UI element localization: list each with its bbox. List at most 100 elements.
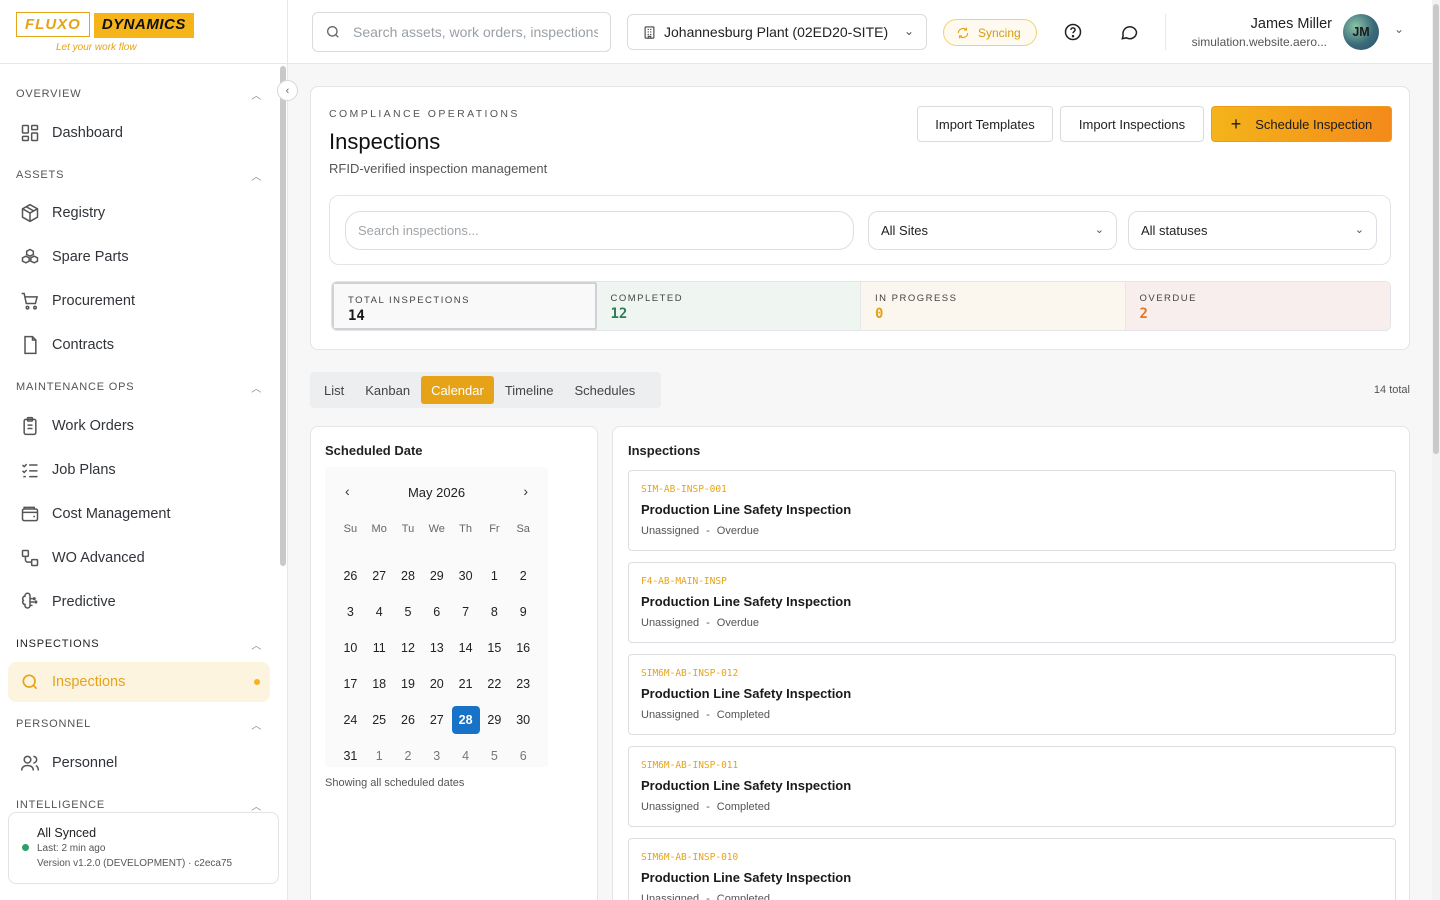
chevron-right-icon[interactable]: › — [523, 483, 528, 499]
sidebar-item-dashboard[interactable]: Dashboard — [8, 113, 270, 153]
calendar-day[interactable]: 4 — [451, 738, 480, 774]
scrollbar-thumb[interactable] — [280, 66, 286, 566]
global-search-input[interactable] — [353, 24, 598, 40]
global-search[interactable] — [312, 12, 611, 52]
calendar-day[interactable]: 1 — [480, 558, 509, 594]
sidebar-item-inspections[interactable]: Inspections — [8, 662, 270, 702]
sidebar-item-spare-parts[interactable]: Spare Parts — [8, 237, 270, 277]
calendar-day[interactable]: 14 — [451, 630, 480, 666]
calendar-day[interactable]: 1 — [365, 738, 394, 774]
calendar-day[interactable]: 3 — [336, 594, 365, 630]
sidebar-item-wo-advanced[interactable]: WO Advanced — [8, 538, 270, 578]
calendar-day[interactable]: 28 — [394, 558, 423, 594]
calendar-day[interactable]: 19 — [394, 666, 423, 702]
syncing-badge[interactable]: Syncing — [943, 19, 1037, 46]
inspection-item[interactable]: SIM6M-AB-INSP-010 Production Line Safety … — [628, 838, 1396, 900]
calendar-day[interactable]: 15 — [480, 630, 509, 666]
calendar-day[interactable]: 7 — [451, 594, 480, 630]
inspection-item[interactable]: F4-AB-MAIN-INSP Production Line Safety In… — [628, 562, 1396, 643]
calendar-day[interactable]: 30 — [509, 702, 538, 738]
import-templates-button[interactable]: Import Templates — [917, 106, 1053, 142]
stat-completed[interactable]: COMPLETED 12 — [596, 282, 861, 330]
help-icon[interactable] — [1063, 22, 1083, 42]
chat-icon[interactable] — [1119, 22, 1139, 42]
status-filter[interactable]: All statuses ⌄ — [1128, 211, 1377, 250]
section-assets[interactable]: ASSETS ︿ — [16, 169, 262, 183]
sidebar-scrollbar[interactable] — [279, 64, 287, 812]
calendar-day[interactable]: 29 — [422, 558, 451, 594]
calendar-day[interactable]: 5 — [394, 594, 423, 630]
sidebar-item-predictive[interactable]: Predictive — [8, 582, 270, 622]
chevron-down-icon[interactable]: ⌄ — [1394, 22, 1404, 36]
brand-logo[interactable]: FLUXO DYNAMICS Let your work flow — [16, 12, 194, 56]
inspection-search-input[interactable] — [358, 223, 838, 238]
calendar-day[interactable]: 6 — [422, 594, 451, 630]
calendar-day[interactable]: 11 — [365, 630, 394, 666]
calendar-day[interactable]: 21 — [451, 666, 480, 702]
calendar-day[interactable]: 2 — [509, 558, 538, 594]
calendar-day[interactable]: 17 — [336, 666, 365, 702]
stat-in-progress[interactable]: IN PROGRESS 0 — [861, 282, 1126, 330]
calendar-day[interactable]: 26 — [394, 702, 423, 738]
calendar-day[interactable]: 3 — [422, 738, 451, 774]
calendar-day[interactable]: 18 — [365, 666, 394, 702]
calendar-day[interactable]: 27 — [422, 702, 451, 738]
calendar-day-selected[interactable]: 28 — [451, 702, 480, 738]
calendar-day[interactable]: 10 — [336, 630, 365, 666]
calendar-day[interactable]: 2 — [394, 738, 423, 774]
sidebar-collapse-button[interactable]: ‹ — [277, 80, 298, 101]
tab-schedules[interactable]: Schedules — [564, 376, 645, 404]
calendar-day-number: 26 — [401, 713, 415, 727]
meta-separator: - — [706, 617, 710, 629]
calendar-day[interactable]: 24 — [336, 702, 365, 738]
section-overview[interactable]: OVERVIEW ︿ — [16, 88, 262, 102]
calendar-day[interactable]: 9 — [509, 594, 538, 630]
sidebar-item-registry[interactable]: Registry — [8, 193, 270, 233]
sidebar-item-work-orders[interactable]: Work Orders — [8, 406, 270, 446]
calendar-day[interactable]: 26 — [336, 558, 365, 594]
calendar-day[interactable]: 30 — [451, 558, 480, 594]
schedule-inspection-button[interactable]: + Schedule Inspection — [1211, 106, 1392, 142]
page-scrollbar[interactable] — [1432, 0, 1440, 900]
section-inspections[interactable]: INSPECTIONS ︿ — [16, 638, 262, 652]
calendar-day[interactable]: 20 — [422, 666, 451, 702]
tab-kanban[interactable]: Kanban — [355, 376, 420, 404]
inspection-item[interactable]: SIM-AB-INSP-001 Production Line Safety In… — [628, 470, 1396, 551]
calendar-day[interactable]: 23 — [509, 666, 538, 702]
section-maintenance-ops[interactable]: MAINTENANCE OPS ︿ — [16, 381, 262, 395]
scrollbar-thumb[interactable] — [1433, 4, 1439, 454]
user-name[interactable]: James Miller — [1251, 16, 1332, 32]
stat-total[interactable]: TOTAL INSPECTIONS 14 — [332, 282, 597, 330]
calendar-day[interactable]: 22 — [480, 666, 509, 702]
inspection-search[interactable] — [345, 211, 854, 250]
sidebar-item-contracts[interactable]: Contracts — [8, 325, 270, 365]
site-selector[interactable]: Johannesburg Plant (02ED20-SITE) ⌄ — [627, 14, 927, 50]
avatar[interactable]: JM — [1343, 14, 1379, 50]
calendar-day[interactable]: 16 — [509, 630, 538, 666]
calendar-day[interactable]: 29 — [480, 702, 509, 738]
site-filter[interactable]: All Sites ⌄ — [868, 211, 1117, 250]
import-inspections-button[interactable]: Import Inspections — [1060, 106, 1204, 142]
section-personnel[interactable]: PERSONNEL ︿ — [16, 718, 262, 732]
tab-calendar[interactable]: Calendar — [421, 376, 494, 404]
sidebar-item-job-plans[interactable]: Job Plans — [8, 450, 270, 490]
tab-timeline[interactable]: Timeline — [495, 376, 564, 404]
sidebar-item-procurement[interactable]: Procurement — [8, 281, 270, 321]
section-intelligence[interactable]: INTELLIGENCE ︿ — [16, 799, 262, 812]
stat-overdue[interactable]: OVERDUE 2 — [1125, 282, 1390, 330]
calendar-day[interactable]: 12 — [394, 630, 423, 666]
inspection-code: SIM6M-AB-INSP-011 — [641, 760, 739, 771]
calendar-day[interactable]: 6 — [509, 738, 538, 774]
sidebar-item-cost-management[interactable]: Cost Management — [8, 494, 270, 534]
calendar-day[interactable]: 13 — [422, 630, 451, 666]
calendar-day[interactable]: 8 — [480, 594, 509, 630]
calendar-day[interactable]: 5 — [480, 738, 509, 774]
tab-list[interactable]: List — [314, 376, 354, 404]
calendar-day[interactable]: 4 — [365, 594, 394, 630]
calendar-day[interactable]: 25 — [365, 702, 394, 738]
inspection-item[interactable]: SIM6M-AB-INSP-011 Production Line Safety … — [628, 746, 1396, 827]
sidebar-item-personnel[interactable]: Personnel — [8, 743, 270, 783]
calendar-day[interactable]: 31 — [336, 738, 365, 774]
calendar-day[interactable]: 27 — [365, 558, 394, 594]
inspection-item[interactable]: SIM6M-AB-INSP-012 Production Line Safety … — [628, 654, 1396, 735]
